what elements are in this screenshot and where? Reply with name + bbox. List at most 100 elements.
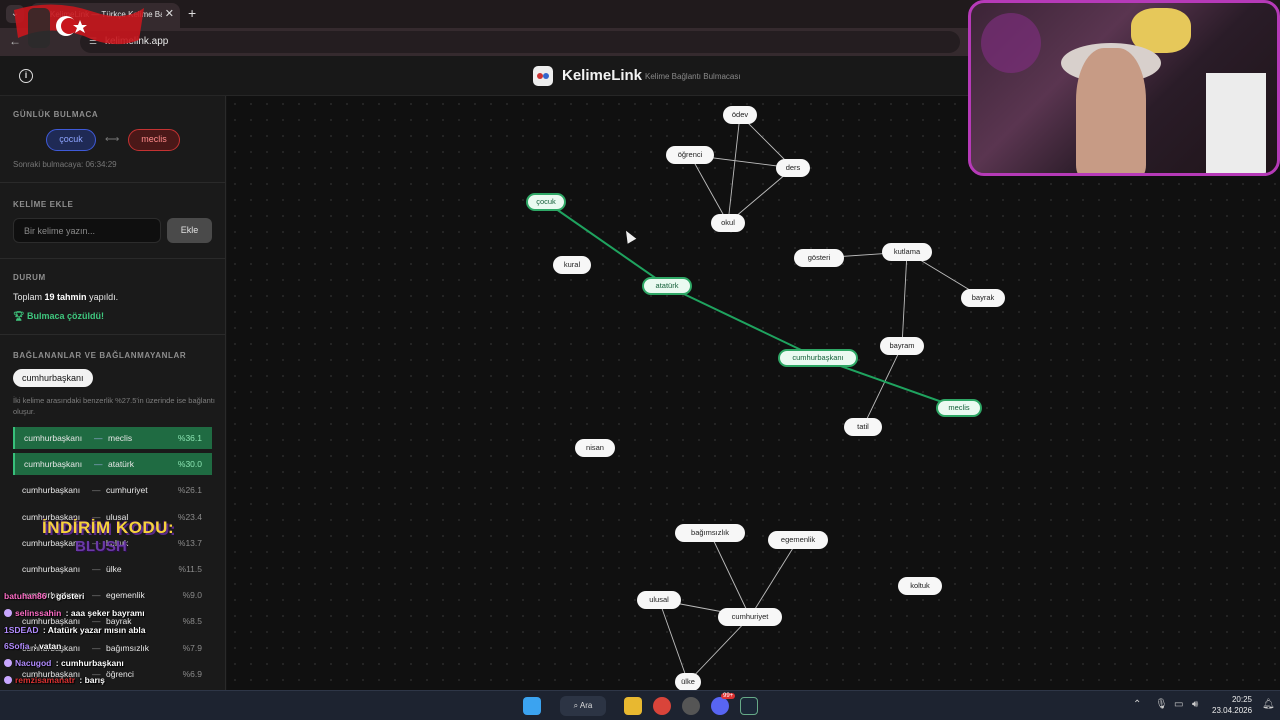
add-button[interactable]: Ekle: [167, 218, 212, 243]
chat-username: 1SDEAD: [4, 624, 39, 635]
taskbar-search[interactable]: ⌕ Ara: [560, 696, 606, 716]
graph-node-egemenlik[interactable]: egemenlik: [768, 531, 828, 549]
chat-text: vatan: [39, 641, 62, 652]
new-tab-icon[interactable]: +: [188, 5, 196, 21]
clock[interactable]: 20:25 23.04.2026: [1212, 694, 1252, 716]
notification-bell-icon[interactable]: 🔔︎: [1262, 699, 1275, 710]
graph-node-bagimsizlik[interactable]: bağımsızlık: [675, 524, 745, 542]
windows-start-icon[interactable]: [523, 697, 541, 715]
graph-node-okul[interactable]: okul: [711, 214, 745, 232]
volume-icon[interactable]: 🔊︎: [1192, 699, 1198, 710]
row-word-b: atatürk: [108, 459, 134, 470]
chat-separator: :: [63, 607, 71, 618]
graph-node-bayram[interactable]: bayram: [880, 337, 924, 355]
similarity-row[interactable]: cumhurbaşkanı — cumhuriyet %26.1: [13, 479, 212, 501]
graph-edge: [658, 599, 689, 683]
chat-text: aaa şeker bayramı: [70, 607, 145, 618]
graph-canvas[interactable]: ödev öğrenci ders okul çocuk kural atatürk göst…: [227, 96, 1280, 691]
tab-close-icon[interactable]: ✕: [165, 7, 174, 20]
row-word-b: cumhuriyet: [106, 485, 148, 496]
status-suffix: yapıldı.: [89, 292, 119, 302]
similarity-row[interactable]: cumhurbaşkanı — atatürk %30.0: [13, 453, 212, 476]
discord-badge: 99+: [721, 693, 736, 699]
row-word-a: cumhurbaşkanı: [22, 485, 81, 496]
steam-icon[interactable]: [740, 697, 758, 715]
graph-node-odev[interactable]: ödev: [723, 106, 757, 124]
selected-word-chip[interactable]: cumhurbaşkanı: [13, 369, 93, 387]
row-percent: %11.5: [178, 563, 202, 574]
row-dash: —: [92, 485, 101, 496]
graph-node-tatil[interactable]: tatil: [844, 418, 882, 436]
connect-arrow-icon: ⟷: [105, 134, 120, 145]
chat-separator: :: [31, 641, 40, 652]
graph-node-kutlama[interactable]: kutlama: [882, 243, 932, 261]
graph-node-ulusal[interactable]: ulusal: [637, 591, 681, 609]
graph-node-ataturk[interactable]: atatürk: [642, 277, 692, 295]
graph-node-kural[interactable]: kural: [553, 256, 591, 274]
graph-node-gosteri[interactable]: gösteri: [794, 249, 844, 267]
row-word-a: cumhurbaşkanı: [22, 563, 81, 574]
row-word-b: meclis: [108, 433, 133, 443]
chat-text: barış: [84, 674, 105, 685]
graph-node-cocuk[interactable]: çocuk: [526, 193, 566, 211]
guess-count-text: Toplam 19 tahmin yapıldı.: [13, 292, 118, 302]
threshold-note: İki kelime arasındaki benzerlik %27.5'in…: [13, 396, 215, 416]
row-percent: %36.1: [177, 433, 202, 443]
chat-username: batuhan86: [4, 591, 47, 601]
network-icon[interactable]: ▭: [1174, 699, 1183, 710]
graph-node-cumhuriyet[interactable]: cumhuriyet: [718, 608, 782, 626]
graph-node-nisan[interactable]: nisan: [575, 439, 615, 457]
discord-icon[interactable]: [711, 697, 729, 715]
info-icon[interactable]: i: [19, 69, 33, 83]
path-edge: [666, 285, 819, 359]
row-word-a: cumhurbaşkanı: [24, 433, 83, 443]
row-percent: %26.1: [177, 485, 202, 496]
graph-node-ulke[interactable]: ülke: [675, 673, 701, 691]
status-prefix: Toplam: [13, 292, 43, 302]
clock-date: 23.04.2026: [1212, 706, 1253, 715]
graph-node-ders[interactable]: ders: [776, 159, 810, 177]
webcam-overlay: [968, 0, 1280, 176]
taskbar: ⌕ Ara 99+ ⌃ 🎙︎ ▭ 🔊︎ 20:25 23.04.2026 🔔︎: [0, 690, 1280, 720]
row-word-a: cumhurbaşkanı: [24, 459, 83, 470]
links-heading: BAĞLANANLAR VE BAĞLANMAYANLAR: [13, 351, 187, 360]
graph-edge: [709, 532, 751, 618]
row-word-b: ülke: [106, 563, 122, 574]
tray-chevron-icon[interactable]: ⌃: [1133, 699, 1141, 710]
similarity-row[interactable]: cumhurbaşkanı — ülke %11.5: [13, 558, 212, 580]
daily-puzzle-heading: GÜNLÜK BULMACA: [13, 110, 99, 119]
microphone-icon[interactable]: 🎙︎: [1155, 699, 1168, 710]
screen: ⌄ KelimeLink — Türkçe Kelime Bağlantı Bu…: [0, 0, 1280, 720]
add-word-heading: KELİME EKLE: [13, 200, 74, 209]
graph-edge: [727, 114, 741, 224]
chat-username: 6Sofia: [4, 641, 30, 652]
chat-text: Atatürk yazar mısın abla: [47, 624, 146, 635]
graph-node-koltuk[interactable]: koltuk: [898, 577, 942, 595]
file-explorer-icon[interactable]: [624, 697, 642, 715]
graph-node-cumhurbaskani[interactable]: cumhurbaşkanı: [778, 349, 858, 367]
chat-username: selinssahin: [15, 607, 62, 618]
chat-message: selinssahin : aaa şeker bayramı: [4, 605, 234, 622]
end-word-pill: meclis: [128, 129, 180, 151]
divider: [0, 182, 225, 183]
chat-badge-icon: [4, 659, 12, 668]
solved-status: 🏆︎ Bulmaca çözüldü!: [13, 311, 104, 322]
flag-overlay-graphic: [14, 4, 144, 48]
word-input[interactable]: [13, 218, 161, 243]
row-percent: %23.4: [177, 511, 202, 522]
url-field[interactable]: ☰ kelimelink.app: [80, 31, 960, 53]
similarity-row[interactable]: cumhurbaşkanı — meclis %36.1: [13, 427, 212, 449]
status-heading: DURUM: [13, 273, 46, 282]
chat-message: batuhan86 : gösteri: [4, 588, 234, 605]
graph-node-meclis[interactable]: meclis: [936, 399, 982, 417]
obs-icon[interactable]: [682, 697, 700, 715]
solved-text: Bulmaca çözüldü!: [26, 311, 104, 321]
chat-badge-icon: [4, 608, 12, 617]
row-dash: —: [94, 459, 103, 470]
chat-separator: :: [53, 658, 61, 669]
promo-title: İNDİRİM KODU:: [42, 518, 175, 537]
graph-node-ogrenci[interactable]: öğrenci: [666, 146, 714, 164]
graph-node-bayrak[interactable]: bayrak: [961, 289, 1005, 307]
chrome-icon[interactable]: [653, 697, 671, 715]
shelf-shape: [1206, 73, 1266, 173]
